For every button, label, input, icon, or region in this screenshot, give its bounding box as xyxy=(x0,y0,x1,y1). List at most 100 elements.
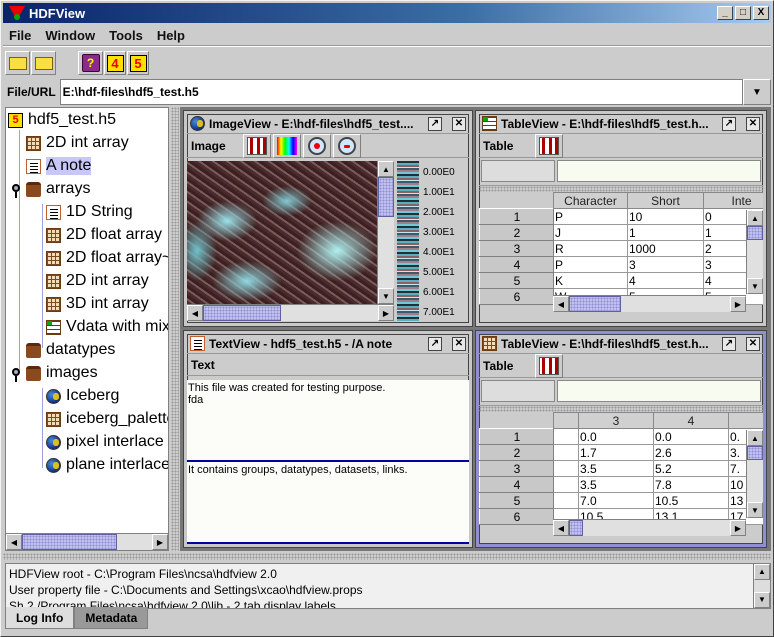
close-frame-icon[interactable]: ✕ xyxy=(452,116,466,131)
menu-image[interactable]: Image xyxy=(191,139,243,153)
image-canvas[interactable]: ▲ ▼ ◀ ▶ xyxy=(187,161,394,321)
scroll-up-arrow[interactable]: ▲ xyxy=(747,430,763,446)
open-file-button[interactable] xyxy=(5,51,30,75)
scroll-right-arrow[interactable]: ▶ xyxy=(730,520,746,536)
table2-horizontal-scrollbar[interactable]: ◀ ▶ xyxy=(553,519,746,536)
scroll-left-arrow[interactable]: ◀ xyxy=(187,305,203,321)
cell-value-field[interactable] xyxy=(557,160,761,182)
scroll-right-arrow[interactable]: ▶ xyxy=(152,534,168,550)
tree-item[interactable]: iceberg_palette xyxy=(46,408,168,430)
menu-table[interactable]: Table xyxy=(483,359,535,373)
hdfview-logo-icon xyxy=(9,6,25,20)
tree-horizontal-scrollbar[interactable]: ◀ ▶ xyxy=(6,533,168,550)
menu-text[interactable]: Text xyxy=(191,358,243,372)
tree-item[interactable]: plane interlace xyxy=(46,454,168,476)
scroll-thumb[interactable] xyxy=(569,520,583,536)
scroll-up-arrow[interactable]: ▲ xyxy=(378,161,394,177)
maximize-button[interactable]: □ xyxy=(735,6,751,20)
image-vertical-scrollbar[interactable]: ▲ ▼ xyxy=(377,161,394,304)
column-header[interactable] xyxy=(728,412,763,429)
tree-item-selected[interactable]: A note xyxy=(26,155,92,177)
column-header[interactable]: Short xyxy=(627,192,704,209)
minimize-button[interactable]: _ xyxy=(717,6,733,20)
scroll-right-arrow[interactable]: ▶ xyxy=(730,296,746,312)
menu-file[interactable]: File xyxy=(9,28,31,43)
textview-menubar: Text xyxy=(187,354,469,376)
hdf4-library-button[interactable]: 4 xyxy=(104,51,126,75)
tree-root[interactable]: 5 hdf5_test.h5 xyxy=(8,109,116,131)
tree-item[interactable]: 2D float array~ xyxy=(46,247,168,269)
scroll-down-arrow[interactable]: ▼ xyxy=(747,502,763,518)
histogram-button[interactable] xyxy=(243,133,271,158)
help-button[interactable]: ? xyxy=(78,51,103,75)
close-button[interactable]: X xyxy=(753,6,769,20)
menu-window[interactable]: Window xyxy=(45,28,95,43)
tree-item[interactable]: 2D int array xyxy=(26,132,129,154)
text-cell-2[interactable]: It contains groups, datatypes, datasets,… xyxy=(187,462,469,544)
close-frame-icon[interactable]: ✕ xyxy=(452,336,466,351)
tree-item[interactable]: Iceberg xyxy=(46,385,119,407)
column-header[interactable]: Character xyxy=(553,192,628,209)
tree-item[interactable]: Vdata with mixed xyxy=(46,316,168,338)
zoom-in-button[interactable] xyxy=(303,133,331,158)
cell-value-field[interactable] xyxy=(557,380,761,402)
scroll-up-arrow[interactable]: ▲ xyxy=(747,210,763,226)
tree-item[interactable]: 2D int array xyxy=(46,270,149,292)
tree-item[interactable]: 3D int array xyxy=(46,293,149,315)
tree-item[interactable]: 1D String xyxy=(46,201,133,223)
maximize-frame-icon[interactable]: ↗ xyxy=(722,336,736,351)
table1-vertical-scrollbar[interactable]: ▲ ▼ xyxy=(746,210,763,294)
palette-button[interactable] xyxy=(273,133,301,158)
scroll-thumb[interactable] xyxy=(569,296,621,312)
column-header[interactable]: 4 xyxy=(653,412,729,429)
scroll-thumb[interactable] xyxy=(203,305,281,321)
tree-item[interactable]: datatypes xyxy=(26,339,115,361)
tree-item[interactable]: arrays xyxy=(26,178,90,200)
chart-button[interactable] xyxy=(535,353,563,378)
image-horizontal-scrollbar[interactable]: ◀ ▶ xyxy=(187,304,394,321)
tree-item[interactable]: 2D float array xyxy=(46,224,162,246)
close-frame-icon[interactable]: ✕ xyxy=(746,336,760,351)
log-vertical-scrollbar[interactable]: ▲ ▼ xyxy=(753,564,770,608)
table1-horizontal-scrollbar[interactable]: ◀ ▶ xyxy=(553,295,746,312)
scroll-thumb[interactable] xyxy=(378,177,394,217)
url-dropdown-button[interactable]: ▼ xyxy=(743,79,771,105)
menu-help[interactable]: Help xyxy=(157,28,185,43)
maximize-frame-icon[interactable]: ↗ xyxy=(428,336,442,351)
scroll-left-arrow[interactable]: ◀ xyxy=(553,520,569,536)
scroll-left-arrow[interactable]: ◀ xyxy=(553,296,569,312)
scroll-down-arrow[interactable]: ▼ xyxy=(378,288,394,304)
scroll-thumb[interactable] xyxy=(747,446,763,460)
tree-item[interactable]: images xyxy=(26,362,98,384)
chart-button[interactable] xyxy=(535,133,563,158)
tab-log-info[interactable]: Log Info xyxy=(5,607,75,629)
column-header[interactable]: Inte xyxy=(703,192,763,209)
tree-expand-handle[interactable] xyxy=(12,368,20,382)
scroll-thumb[interactable] xyxy=(747,226,763,240)
close-frame-icon[interactable]: ✕ xyxy=(746,116,760,131)
vertical-splitter[interactable] xyxy=(171,107,179,551)
close-file-button[interactable] xyxy=(31,51,56,75)
data-table-1: Character Short Inte 1 P 10 0 2J11 3 R 1000 2 … xyxy=(479,192,763,305)
text-cell-1[interactable]: This file was created for testing purpos… xyxy=(187,380,469,462)
tree-item[interactable]: pixel interlace xyxy=(46,431,164,453)
tab-metadata[interactable]: Metadata xyxy=(74,607,149,629)
scroll-down-arrow[interactable]: ▼ xyxy=(754,592,770,608)
url-input[interactable]: E:\hdf-files\hdf5_test.h5 xyxy=(59,79,743,105)
table2-vertical-scrollbar[interactable]: ▲ ▼ xyxy=(746,430,763,518)
scroll-thumb[interactable] xyxy=(22,534,117,550)
menu-table[interactable]: Table xyxy=(483,139,535,153)
zoom-out-button[interactable] xyxy=(333,133,361,158)
horizontal-splitter[interactable] xyxy=(3,553,771,560)
scroll-up-arrow[interactable]: ▲ xyxy=(754,564,770,580)
maximize-frame-icon[interactable]: ↗ xyxy=(428,116,442,131)
column-header[interactable] xyxy=(553,412,579,429)
tree-expand-handle[interactable] xyxy=(12,184,20,198)
scroll-left-arrow[interactable]: ◀ xyxy=(6,534,22,550)
hdf5-library-button[interactable]: 5 xyxy=(127,51,149,75)
column-header[interactable]: 3 xyxy=(578,412,654,429)
menu-tools[interactable]: Tools xyxy=(109,28,143,43)
scroll-down-arrow[interactable]: ▼ xyxy=(747,278,763,294)
scroll-right-arrow[interactable]: ▶ xyxy=(378,305,394,321)
maximize-frame-icon[interactable]: ↗ xyxy=(722,116,736,131)
